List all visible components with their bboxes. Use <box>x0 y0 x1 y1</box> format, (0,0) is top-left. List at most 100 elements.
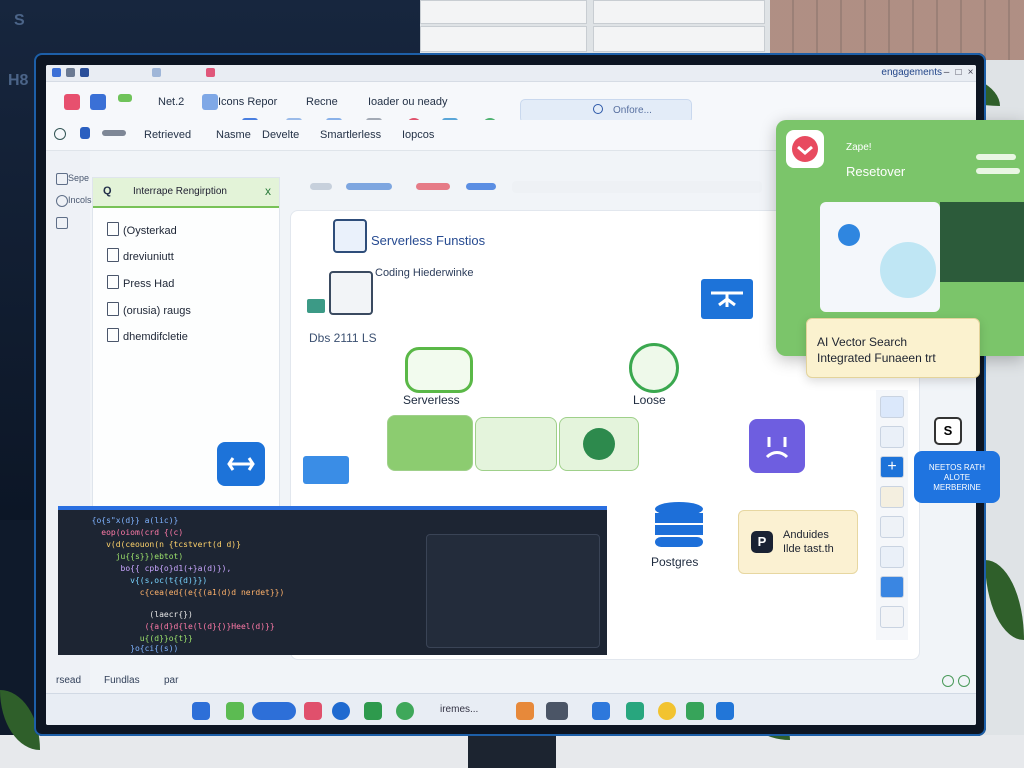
background-brick <box>770 0 1024 60</box>
function-icon[interactable] <box>333 219 367 253</box>
ribbon-item-nasme[interactable]: Nasme <box>216 129 251 141</box>
menu-bar: Net.2 Icons Repor Recne Ioader ou neady <box>46 82 976 134</box>
recycle-icon[interactable] <box>629 343 679 393</box>
taskbar-app-icon[interactable] <box>686 702 704 720</box>
taskbar-app-icon[interactable] <box>658 702 676 720</box>
toolbar-icon[interactable] <box>880 396 904 418</box>
tab-chip[interactable] <box>416 183 450 190</box>
image-icon[interactable] <box>303 456 349 484</box>
red-app-icon[interactable] <box>64 94 80 110</box>
pg-card[interactable]: P Anduides Ilde tast.th <box>738 510 858 574</box>
label-coding: Coding Hiederwinke <box>375 267 474 279</box>
menu-item-net[interactable]: Net.2 <box>158 96 184 108</box>
card-bar <box>976 154 1016 160</box>
toolbar-icon[interactable] <box>880 606 904 628</box>
toolbar-icon[interactable] <box>880 486 904 508</box>
minimize-icon[interactable]: – <box>941 67 952 78</box>
background-panel <box>420 26 587 52</box>
s-badge-icon[interactable]: S <box>934 417 962 445</box>
background-mark: S <box>14 12 25 29</box>
taskbar-app-icon[interactable] <box>226 702 244 720</box>
taskbar-app-icon[interactable] <box>332 702 350 720</box>
ribbon-item-develte[interactable]: Develte <box>262 129 299 141</box>
document-icon[interactable] <box>329 271 373 315</box>
add-icon[interactable]: + <box>880 456 904 478</box>
close-icon[interactable]: x <box>265 184 271 198</box>
tab-icon[interactable] <box>80 68 89 77</box>
tab-icon[interactable] <box>66 68 75 77</box>
taskbar-app-icon[interactable] <box>716 702 734 720</box>
taskbar-app-icon[interactable] <box>592 702 610 720</box>
ribbon-item-smartlerless[interactable]: Smartlerless <box>320 129 381 141</box>
maximize-icon[interactable]: □ <box>953 67 964 78</box>
list-item[interactable]: dhemdifcletie <box>107 328 188 343</box>
list-item[interactable]: dreviuniutt <box>107 248 174 263</box>
tooltip-card[interactable]: AI Vector Search Integrated Funaeen trt <box>806 318 980 378</box>
serverless-icon[interactable] <box>405 347 473 393</box>
split-icon[interactable] <box>701 279 753 319</box>
toolbar-icon[interactable] <box>880 516 904 538</box>
rail-icon[interactable] <box>56 195 68 207</box>
tooltip-line2: Integrated Funaeen trt <box>817 351 936 365</box>
filter-icon[interactable]: Q <box>103 185 112 197</box>
settings-icon[interactable] <box>958 675 970 687</box>
tab-chip[interactable] <box>310 183 332 190</box>
taskbar-search-text[interactable]: iremes... <box>440 704 478 715</box>
toolbar-icon[interactable] <box>880 426 904 448</box>
close-icon[interactable]: × <box>965 67 976 78</box>
title-bar: engagements – □ × <box>46 65 976 82</box>
toolbar-icon[interactable] <box>880 576 904 598</box>
tab-chip[interactable] <box>346 183 392 190</box>
folder-icon[interactable] <box>90 94 106 110</box>
script-icon[interactable] <box>475 417 557 471</box>
doc-icon[interactable] <box>80 127 90 139</box>
tab-chip[interactable] <box>466 183 496 190</box>
rail-icon[interactable] <box>56 173 68 185</box>
menu-item-icons-report[interactable]: Icons Repor <box>218 96 277 108</box>
rail-icon[interactable] <box>56 217 68 229</box>
ribbon-item-retrieved[interactable]: Retrieved <box>144 129 191 141</box>
code-editor[interactable]: {o{s"x(d}} a(lic)} eop(oiom(crd {(c) v(d… <box>58 506 607 655</box>
card-title: Resetover <box>846 164 906 179</box>
globe-icon[interactable] <box>54 128 66 140</box>
file-panel-title: Interrape Rengirption <box>133 186 227 197</box>
search-icon <box>593 104 603 114</box>
menu-item-loader[interactable]: Ioader ou neady <box>368 96 448 108</box>
sheet-icon[interactable] <box>387 415 473 471</box>
taskbar-app-icon[interactable] <box>626 702 644 720</box>
tab-icon[interactable] <box>152 68 161 77</box>
list-item-label: Press Had <box>123 278 175 290</box>
database-icon[interactable] <box>653 501 705 551</box>
card-app-name: Zape! <box>846 142 872 153</box>
ribbon-item-iopcos[interactable]: Iopcos <box>402 129 434 141</box>
file-icon <box>107 275 119 289</box>
card-illustration <box>820 202 940 312</box>
taskbar-app-icon[interactable] <box>252 702 296 720</box>
taskbar-app-icon[interactable] <box>516 702 534 720</box>
notification-card[interactable]: NEETOS RATH ALOTE MERBERINE <box>914 451 1000 503</box>
background-mark: H8 <box>8 72 29 89</box>
list-item-label: dreviuniutt <box>123 251 174 263</box>
green-chip-icon[interactable] <box>118 94 132 102</box>
toolbar-icon[interactable] <box>880 546 904 568</box>
taskbar-app-icon[interactable] <box>192 702 210 720</box>
divider-chip <box>102 130 126 136</box>
taskbar-app-icon[interactable] <box>396 702 414 720</box>
illustration-blob <box>880 242 936 298</box>
list-item[interactable]: (orusia) raugs <box>107 302 191 317</box>
taskbar-app-icon[interactable] <box>546 702 568 720</box>
taskbar-app-icon[interactable] <box>364 702 382 720</box>
menu-item-recne[interactable]: Recne <box>306 96 338 108</box>
taskbar-app-icon[interactable] <box>304 702 322 720</box>
icons-menu-icon[interactable] <box>202 94 218 110</box>
rail-label[interactable]: Incols <box>68 195 92 205</box>
workflow-icon[interactable] <box>217 442 265 486</box>
list-item[interactable]: (Oysterkad <box>107 222 177 237</box>
list-item[interactable]: Press Had <box>107 275 174 290</box>
sync-icon[interactable] <box>942 675 954 687</box>
shield-icon[interactable] <box>559 417 639 471</box>
purple-app-icon[interactable] <box>749 419 805 473</box>
tab-icon[interactable] <box>206 68 215 77</box>
file-icon <box>107 248 119 262</box>
rail-label[interactable]: Sepe <box>68 173 89 183</box>
